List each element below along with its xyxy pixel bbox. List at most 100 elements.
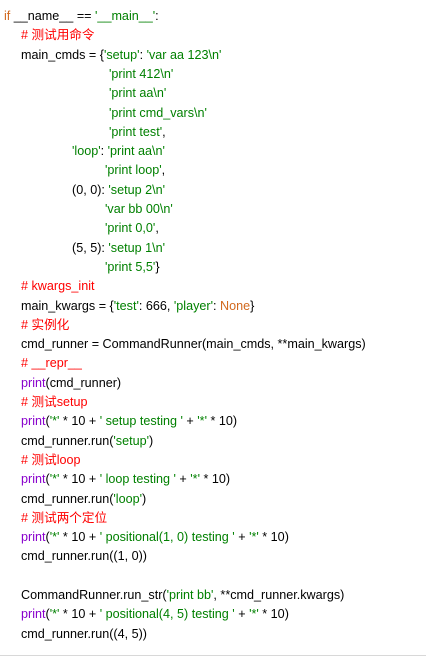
code-line: # 实例化 xyxy=(21,316,69,335)
code-token: (5, 5): xyxy=(72,240,109,255)
string-token: 'print bb' xyxy=(166,588,214,602)
code-token: : xyxy=(213,298,220,313)
code-line: cmd_runner.run('loop') xyxy=(21,490,146,509)
string-token: 'setup 1\n' xyxy=(108,240,166,255)
string-token: 'print aa\n' xyxy=(107,144,165,159)
code-line: 'var bb 00\n' xyxy=(105,200,173,219)
code-line: main_cmds = {'setup': 'var aa 123\n' xyxy=(21,46,221,65)
code-token: , xyxy=(155,221,159,236)
code-line: cmd_runner.run('setup') xyxy=(21,432,153,451)
string-token: '__main__' xyxy=(95,9,156,23)
code-line: main_kwargs = {'test': 666, 'player': No… xyxy=(21,297,254,316)
code-token: * 10) xyxy=(200,472,231,487)
code-line: CommandRunner.run_str('print bb', **cmd_… xyxy=(21,586,344,605)
code-line: # 测试用命令 xyxy=(21,26,94,45)
string-token: 'setup' xyxy=(113,433,150,448)
string-token: 'test' xyxy=(113,298,139,313)
code-line: # 测试loop xyxy=(21,451,81,470)
string-token: 'var bb 00\n' xyxy=(105,202,173,216)
code-line: cmd_runner = CommandRunner(main_cmds, **… xyxy=(21,335,366,354)
code-line: 'loop': 'print aa\n' xyxy=(72,142,165,161)
code-token: cmd_runner.run( xyxy=(21,433,114,448)
builtin-token: print xyxy=(21,375,46,390)
code-line: print('*' * 10 + ' positional(1, 0) test… xyxy=(21,528,289,547)
code-line: # 测试两个定位 xyxy=(21,509,107,528)
string-token: 'print aa\n' xyxy=(109,86,167,101)
code-line: print(cmd_runner) xyxy=(21,374,121,393)
builtin-token: print xyxy=(21,530,46,545)
string-token: 'setup 2\n' xyxy=(108,182,166,197)
code-line: 'print loop', xyxy=(105,161,165,180)
code-editor-panel[interactable]: if __name__ == '__main__': # 测试用命令 main_cm… xyxy=(0,0,426,656)
code-line: 'print 412\n' xyxy=(109,65,173,84)
code-token: * 10) xyxy=(258,607,289,622)
code-token: (0, 0): xyxy=(72,182,109,197)
code-token: cmd_runner.run( xyxy=(21,491,114,506)
code-token: * 10) xyxy=(258,530,289,545)
code-line: 'print test', xyxy=(109,123,166,142)
builtin-token: print xyxy=(21,607,46,622)
code-token: * 10 + xyxy=(59,530,100,545)
string-token: '*' xyxy=(197,414,207,429)
code-token: , xyxy=(161,163,166,178)
comment-token: # 测试setup xyxy=(21,395,88,409)
code-token: + xyxy=(234,530,250,545)
string-token: 'setup' xyxy=(103,47,140,62)
comment-token: # 测试用命令 xyxy=(21,28,95,43)
code-token: main_kwargs = { xyxy=(21,298,114,313)
string-token: '*' xyxy=(190,472,200,487)
string-token: 'print 0,0' xyxy=(105,221,156,236)
code-token: : xyxy=(155,9,159,23)
code-token: ) xyxy=(149,433,154,448)
code-token: main_cmds = { xyxy=(21,47,104,62)
string-token: '*' xyxy=(49,530,60,545)
builtin-token: print xyxy=(21,414,46,429)
code-token: __name__ == xyxy=(10,9,96,23)
code-line: 'print 5,5'} xyxy=(105,258,160,277)
code-token: * 10 + xyxy=(59,414,100,429)
code-line: (0, 0): 'setup 2\n' xyxy=(72,181,165,200)
code-token: } xyxy=(250,298,255,313)
code-token: cmd_runner.run((1, 0)) xyxy=(21,549,147,564)
string-token: ' loop testing ' xyxy=(99,472,176,487)
string-token: '*' xyxy=(249,607,259,622)
string-token: 'print 5,5' xyxy=(105,259,156,274)
code-line: # __repr__ xyxy=(21,354,82,373)
code-line: print('*' * 10 + ' positional(4, 5) test… xyxy=(21,605,289,624)
code-token: + xyxy=(234,607,250,622)
string-token: 'print cmd_vars\n' xyxy=(109,105,207,120)
code-token: * 10 + xyxy=(59,607,100,622)
string-token: 'var aa 123\n' xyxy=(146,47,222,62)
code-token: cmd_runner = CommandRunner(main_cmds, **… xyxy=(21,337,366,352)
code-token: : 666, xyxy=(138,298,174,313)
string-token: 'print test' xyxy=(109,124,163,139)
string-token: '*' xyxy=(49,472,60,487)
code-token: : xyxy=(139,47,147,62)
comment-token: # 实例化 xyxy=(21,317,70,332)
keyword-token: None xyxy=(220,298,251,313)
code-line: # 测试setup xyxy=(21,393,88,412)
string-token: 'print 412\n' xyxy=(109,66,174,81)
builtin-token: print xyxy=(21,472,46,487)
string-token: '*' xyxy=(249,530,259,545)
string-token: '*' xyxy=(49,414,60,429)
string-token: 'loop' xyxy=(113,491,143,506)
code-token: , **cmd_runner.kwargs) xyxy=(213,588,345,602)
code-token: (cmd_runner) xyxy=(45,375,122,390)
code-line: cmd_runner.run((4, 5)) xyxy=(21,625,147,644)
code-token: * 10) xyxy=(206,414,238,429)
code-token: cmd_runner.run((4, 5)) xyxy=(21,626,147,641)
code-token: + xyxy=(182,414,198,429)
code-token: : xyxy=(100,144,108,159)
code-token: CommandRunner.run_str( xyxy=(21,588,167,602)
code-token: ) xyxy=(142,491,147,506)
code-line: # kwargs_init xyxy=(21,277,95,296)
comment-token: # 测试两个定位 xyxy=(21,510,108,525)
code-line: 'print aa\n' xyxy=(109,84,166,103)
comment-token: # __repr__ xyxy=(21,356,82,371)
code-token: , xyxy=(162,124,166,139)
code-line: 'print cmd_vars\n' xyxy=(109,104,207,123)
code-line: 'print 0,0', xyxy=(105,219,159,238)
comment-token: # kwargs_init xyxy=(21,279,95,294)
code-token: * 10 + xyxy=(59,472,100,487)
